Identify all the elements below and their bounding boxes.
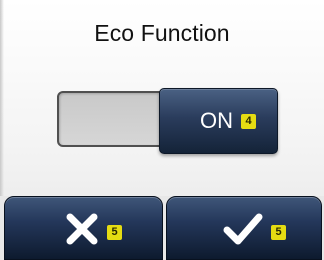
- confirm-number-badge: 5: [271, 225, 286, 240]
- cancel-button[interactable]: 5: [4, 196, 163, 260]
- toggle-number-badge: 4: [241, 114, 256, 129]
- page-title: Eco Function: [94, 20, 230, 46]
- eco-function-screen: Eco Function ON 4 5 5: [0, 0, 324, 260]
- confirm-button[interactable]: 5: [166, 196, 322, 260]
- eco-toggle-switch[interactable]: ON 4: [57, 88, 278, 154]
- toggle-knob-on[interactable]: ON 4: [159, 88, 278, 154]
- checkmark-icon: [223, 212, 263, 246]
- toggle-state-label: ON: [200, 108, 233, 133]
- cancel-number-badge: 5: [107, 225, 122, 240]
- bottom-button-bar: 5 5: [0, 196, 324, 260]
- close-icon: [65, 212, 99, 246]
